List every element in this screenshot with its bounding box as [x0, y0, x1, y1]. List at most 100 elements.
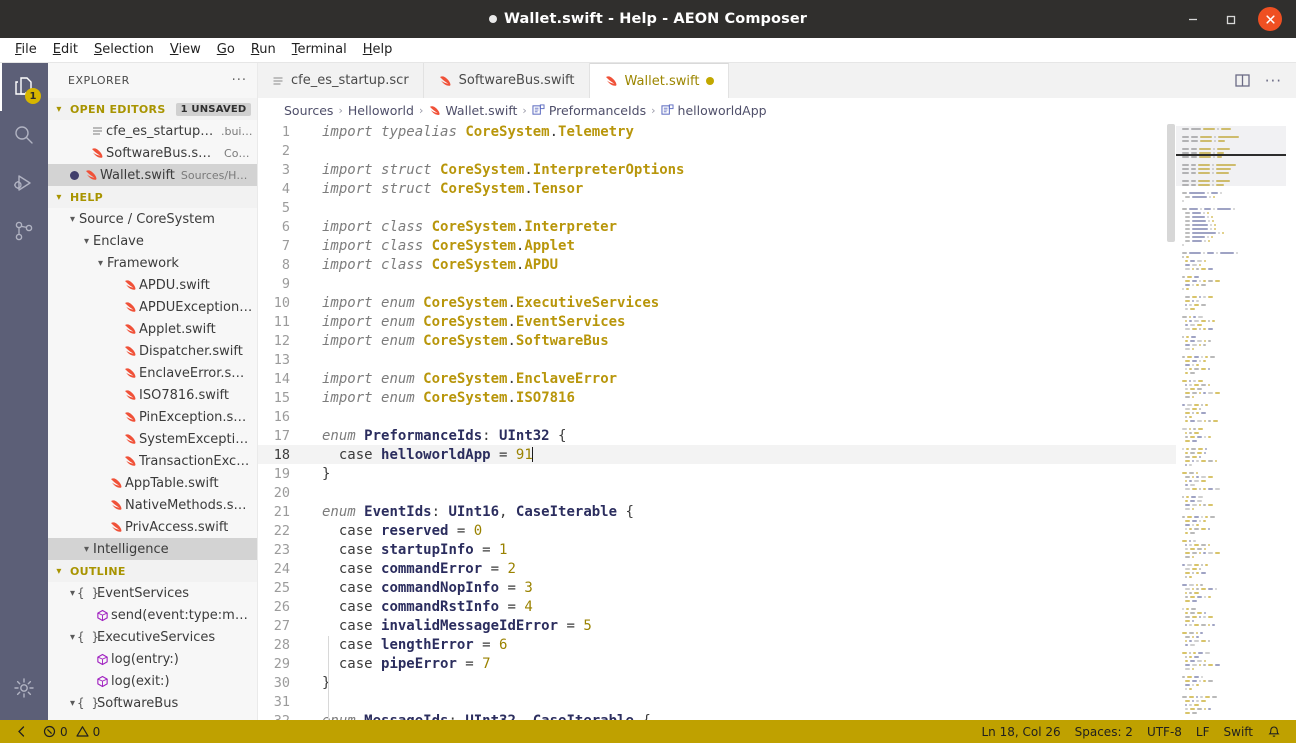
menu-terminal[interactable]: Terminal: [285, 39, 354, 61]
code-line[interactable]: 16: [258, 407, 1176, 426]
breadcrumb-item[interactable]: Wallet.swift: [428, 103, 517, 118]
outline-item[interactable]: send(event:type:mess…: [48, 604, 257, 626]
close-button[interactable]: [1258, 7, 1282, 31]
ellipsis-icon[interactable]: ···: [1265, 72, 1282, 90]
menu-view[interactable]: View: [163, 39, 208, 61]
tab-wallet-swift[interactable]: Wallet.swift: [590, 63, 730, 98]
breadcrumb-item[interactable]: Helloworld: [348, 103, 414, 118]
code-line[interactable]: 29 case pipeError = 7: [258, 654, 1176, 673]
code-line[interactable]: 15import enum CoreSystem.ISO7816: [258, 388, 1176, 407]
chevron-down-icon[interactable]: ▾: [66, 214, 79, 225]
menu-file[interactable]: File: [8, 39, 44, 61]
minimap[interactable]: [1176, 122, 1296, 720]
menu-help[interactable]: Help: [356, 39, 400, 61]
code-line[interactable]: 1import typealias CoreSystem.Telemetry: [258, 122, 1176, 141]
code-line[interactable]: 30}: [258, 673, 1176, 692]
code-line[interactable]: 6import class CoreSystem.Interpreter: [258, 217, 1176, 236]
code-line[interactable]: 22 case reserved = 0: [258, 521, 1176, 540]
breadcrumb-item[interactable]: PreformanceIds: [532, 103, 646, 118]
tree-item[interactable]: Applet.swift: [48, 318, 257, 340]
activity-explorer[interactable]: 1: [0, 63, 48, 111]
menu-run[interactable]: Run: [244, 39, 283, 61]
code-line[interactable]: 4import struct CoreSystem.Tensor: [258, 179, 1176, 198]
tree-item[interactable]: APDUException.swift: [48, 296, 257, 318]
editor-encoding[interactable]: UTF-8: [1140, 720, 1189, 743]
tree-item[interactable]: SystemException.swift: [48, 428, 257, 450]
minimap-slider[interactable]: [1176, 126, 1286, 186]
tree-item[interactable]: ISO7816.swift: [48, 384, 257, 406]
code-line[interactable]: 32enum MessageIds: UInt32, CaseIterable …: [258, 711, 1176, 720]
code-line[interactable]: 26 case commandRstInfo = 4: [258, 597, 1176, 616]
tree-item[interactable]: ▾Framework: [48, 252, 257, 274]
tree-item[interactable]: ▾Source / CoreSystem: [48, 208, 257, 230]
code-line[interactable]: 25 case commandNopInfo = 3: [258, 578, 1176, 597]
menu-edit[interactable]: Edit: [46, 39, 85, 61]
chevron-down-icon[interactable]: ▾: [80, 236, 93, 247]
outline-item[interactable]: log(exit:): [48, 670, 257, 692]
code-line[interactable]: 8import class CoreSystem.APDU: [258, 255, 1176, 274]
editor-scrollbar[interactable]: [1166, 122, 1176, 720]
code-line[interactable]: 12import enum CoreSystem.SoftwareBus: [258, 331, 1176, 350]
code-line[interactable]: 13: [258, 350, 1176, 369]
code-line[interactable]: 31: [258, 692, 1176, 711]
editor-position[interactable]: Ln 18, Col 26: [974, 720, 1067, 743]
code-line[interactable]: 24 case commandError = 2: [258, 559, 1176, 578]
code-line[interactable]: 14import enum CoreSystem.EnclaveError: [258, 369, 1176, 388]
tree-item[interactable]: ▾Intelligence: [48, 538, 257, 560]
code-line[interactable]: 17enum PreformanceIds: UInt32 {: [258, 426, 1176, 445]
maximize-button[interactable]: [1220, 8, 1242, 30]
tree-item[interactable]: ▾Enclave: [48, 230, 257, 252]
activity-source-control[interactable]: [0, 207, 48, 255]
editor-indentation[interactable]: Spaces: 2: [1068, 720, 1140, 743]
code-line[interactable]: 21enum EventIds: UInt16, CaseIterable {: [258, 502, 1176, 521]
menu-selection[interactable]: Selection: [87, 39, 161, 61]
activity-run-and-debug[interactable]: [0, 159, 48, 207]
code-line[interactable]: 27 case invalidMessageIdError = 5: [258, 616, 1176, 635]
tree-item[interactable]: EnclaveError.swift: [48, 362, 257, 384]
code-line[interactable]: 18 case helloworldApp = 91: [258, 445, 1176, 464]
tree-item[interactable]: PrivAccess.swift: [48, 516, 257, 538]
code-line[interactable]: 23 case startupInfo = 1: [258, 540, 1176, 559]
tree-item[interactable]: Dispatcher.swift: [48, 340, 257, 362]
tab-softwarebus-swift[interactable]: SoftwareBus.swift: [424, 63, 590, 98]
breadcrumb-item[interactable]: Sources: [284, 103, 333, 118]
code-line[interactable]: 5: [258, 198, 1176, 217]
code-line[interactable]: 3import struct CoreSystem.InterpreterOpt…: [258, 160, 1176, 179]
problems-indicator[interactable]: 0 0: [36, 720, 107, 743]
sidebar-more-icon[interactable]: ···: [232, 73, 247, 88]
code-line[interactable]: 20: [258, 483, 1176, 502]
tab-dirty-icon[interactable]: [706, 77, 714, 85]
tree-item[interactable]: TransactionException…: [48, 450, 257, 472]
breadcrumb-item[interactable]: helloworldApp: [661, 103, 767, 118]
section-open-editors[interactable]: ▾ OPEN EDITORS 1 UNSAVED: [48, 98, 257, 120]
tree-item[interactable]: PinException.swift: [48, 406, 257, 428]
tab-cfe-es-startup[interactable]: cfe_es_startup.scr: [258, 63, 424, 98]
tree-item[interactable]: AppTable.swift: [48, 472, 257, 494]
code-line[interactable]: 10import enum CoreSystem.ExecutiveServic…: [258, 293, 1176, 312]
outline-item[interactable]: ▾{ }ExecutiveServices: [48, 626, 257, 648]
code-line[interactable]: 11import enum CoreSystem.EventServices: [258, 312, 1176, 331]
code-line[interactable]: 9: [258, 274, 1176, 293]
notifications-bell-icon[interactable]: [1260, 720, 1288, 743]
activity-manage-settings[interactable]: [0, 664, 48, 712]
outline-item[interactable]: ▾{ }EventServices: [48, 582, 257, 604]
code-line[interactable]: 19}: [258, 464, 1176, 483]
outline-item[interactable]: ▾{ }SoftwareBus: [48, 692, 257, 714]
tree-item[interactable]: APDU.swift: [48, 274, 257, 296]
remote-indicator[interactable]: [8, 720, 36, 743]
editor-language[interactable]: Swift: [1217, 720, 1260, 743]
chevron-down-icon[interactable]: ▾: [94, 258, 107, 269]
code-editor[interactable]: 1import typealias CoreSystem.Telemetry 23…: [258, 122, 1176, 720]
list-item[interactable]: Wallet.swift Sources/H…: [48, 164, 257, 186]
minimize-button[interactable]: [1182, 8, 1204, 30]
list-item[interactable]: SoftwareBus.swift Cor…: [48, 142, 257, 164]
chevron-down-icon[interactable]: ▾: [80, 544, 93, 555]
editor-eol[interactable]: LF: [1189, 720, 1217, 743]
split-editor-icon[interactable]: [1234, 72, 1251, 89]
list-item[interactable]: cfe_es_startup.scr .buil…: [48, 120, 257, 142]
scrollbar-thumb[interactable]: [1167, 124, 1175, 242]
menu-go[interactable]: Go: [210, 39, 242, 61]
code-line[interactable]: 7import class CoreSystem.Applet: [258, 236, 1176, 255]
section-help[interactable]: ▾ HELP: [48, 186, 257, 208]
outline-item[interactable]: log(entry:): [48, 648, 257, 670]
